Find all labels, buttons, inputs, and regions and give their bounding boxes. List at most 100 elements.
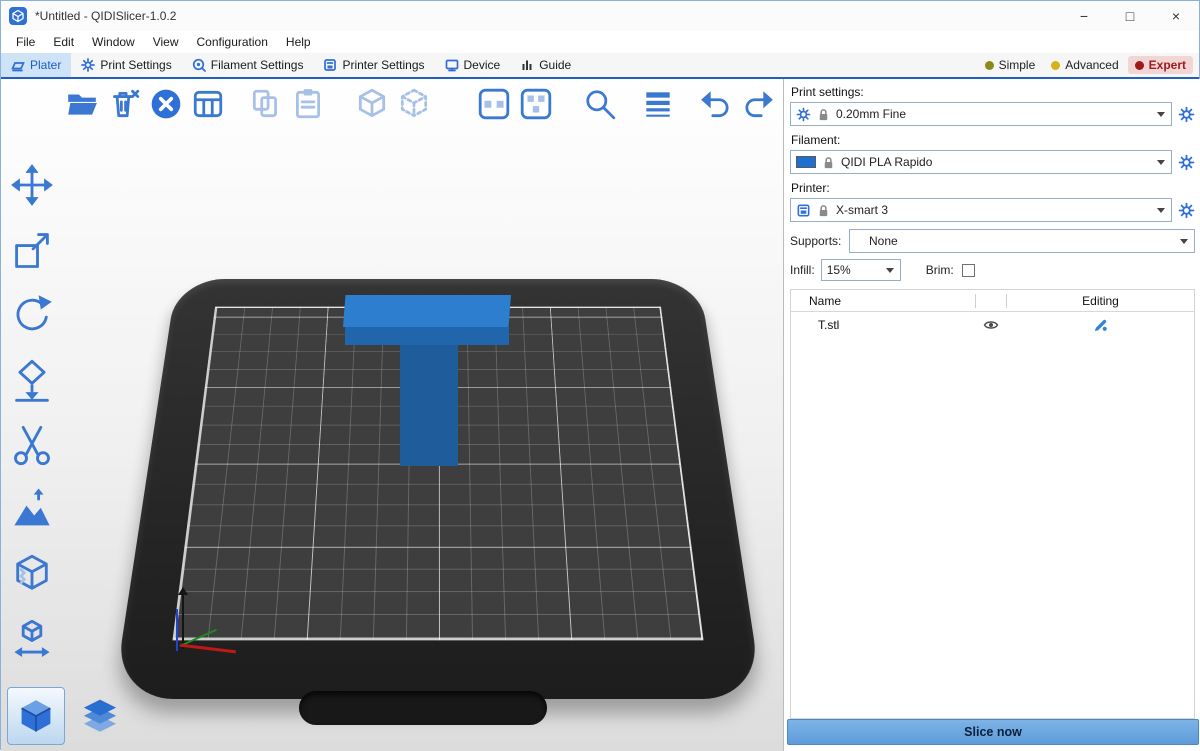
rotate-button[interactable]: [5, 291, 59, 339]
brim-label: Brim:: [926, 263, 954, 277]
tab-plater[interactable]: Plater: [1, 53, 71, 77]
redo-button[interactable]: [739, 84, 777, 124]
undo-icon: [699, 87, 733, 121]
mode-simple[interactable]: Simple: [978, 56, 1043, 74]
filament-combo[interactable]: QIDI PLA Rapido: [790, 150, 1172, 174]
tab-filament-settings-label: Filament Settings: [211, 58, 304, 72]
open-icon: [65, 87, 99, 121]
tab-print-settings-label: Print Settings: [100, 58, 171, 72]
filament-gear-button[interactable]: [1177, 153, 1195, 171]
support-paint-icon: [10, 488, 54, 532]
model-t-front-face[interactable]: [345, 327, 509, 345]
menu-edit[interactable]: Edit: [44, 31, 83, 53]
advanced-mode-dot-icon: [1051, 61, 1060, 70]
object-list-header: Name Editing: [791, 290, 1194, 312]
menu-view[interactable]: View: [144, 31, 188, 53]
paste-icon: [291, 87, 325, 121]
place-on-face-button[interactable]: [5, 356, 59, 404]
delete-button[interactable]: [105, 84, 143, 124]
printer-gear-button[interactable]: [1177, 201, 1195, 219]
delete-icon: [107, 87, 141, 121]
scale-button[interactable]: [5, 226, 59, 274]
preview-view-icon: [77, 695, 123, 741]
plater-icon: [11, 58, 25, 72]
titlebar: *Untitled - QIDISlicer-1.0.2 − □ ×: [1, 1, 1199, 31]
mode-expert[interactable]: Expert: [1128, 56, 1193, 74]
add-instance-button[interactable]: [353, 84, 391, 124]
delete-all-button[interactable]: [147, 84, 185, 124]
slice-now-button[interactable]: Slice now: [787, 719, 1199, 745]
bed-handle: [299, 691, 547, 725]
tab-device[interactable]: Device: [435, 53, 511, 77]
menu-window[interactable]: Window: [83, 31, 144, 53]
model-t-top-face[interactable]: [343, 295, 511, 327]
menu-configuration[interactable]: Configuration: [188, 31, 277, 53]
tab-printer-settings[interactable]: Printer Settings: [313, 53, 434, 77]
supports-label: Supports:: [790, 234, 847, 248]
supports-combo[interactable]: None: [849, 229, 1195, 253]
arrange-button[interactable]: [189, 84, 227, 124]
tab-guide[interactable]: Guide: [510, 53, 581, 77]
chevron-down-icon: [1157, 208, 1165, 213]
fuzzy-skin-button[interactable]: [5, 551, 59, 599]
cut-button[interactable]: [5, 421, 59, 469]
undo-button[interactable]: [697, 84, 735, 124]
gear-icon: [1178, 106, 1195, 123]
mode-simple-label: Simple: [999, 58, 1036, 72]
top-toolbar: [63, 84, 781, 124]
mode-expert-label: Expert: [1149, 58, 1186, 72]
guide-icon: [520, 58, 534, 72]
filament-value: QIDI PLA Rapido: [841, 155, 932, 169]
mode-advanced[interactable]: Advanced: [1044, 56, 1125, 74]
tab-plater-label: Plater: [30, 58, 61, 72]
variable-layer-height-button[interactable]: [639, 84, 677, 124]
paste-button[interactable]: [289, 84, 327, 124]
place-on-face-icon: [10, 358, 54, 402]
close-button[interactable]: ×: [1153, 1, 1199, 31]
filament-color-swatch: [796, 156, 816, 168]
column-editing-header: Editing: [1007, 294, 1194, 308]
print-settings-gear-button[interactable]: [1177, 105, 1195, 123]
cut-icon: [10, 423, 54, 467]
gear-icon: [1178, 202, 1195, 219]
maximize-button[interactable]: □: [1107, 1, 1153, 31]
minimize-button[interactable]: −: [1061, 1, 1107, 31]
edit-object-button[interactable]: [1006, 318, 1194, 333]
left-toolbar: [5, 161, 59, 664]
arrange-icon: [191, 87, 225, 121]
support-paint-button[interactable]: [5, 486, 59, 534]
chevron-down-icon: [886, 268, 894, 273]
window-title: *Untitled - QIDISlicer-1.0.2: [35, 9, 176, 23]
remove-instance-button[interactable]: [395, 84, 433, 124]
tab-filament-settings[interactable]: Filament Settings: [182, 53, 314, 77]
search-button[interactable]: [581, 84, 619, 124]
brim-checkbox[interactable]: [962, 264, 975, 277]
menu-file[interactable]: File: [7, 31, 44, 53]
print-settings-combo[interactable]: 0.20mm Fine: [790, 102, 1172, 126]
split-parts-button[interactable]: [517, 84, 555, 124]
3d-viewport[interactable]: [1, 79, 783, 751]
copy-icon: [249, 87, 283, 121]
tab-print-settings[interactable]: Print Settings: [71, 53, 181, 77]
window-controls: − □ ×: [1061, 1, 1199, 31]
split-objects-button[interactable]: [475, 84, 513, 124]
object-row-tstl[interactable]: T.stl: [791, 312, 1194, 338]
app-icon: [9, 7, 27, 25]
chevron-down-icon: [1180, 239, 1188, 244]
editor-view-button[interactable]: [7, 687, 65, 745]
infill-combo[interactable]: 15%: [821, 259, 901, 281]
preview-view-button[interactable]: [73, 691, 127, 745]
chevron-down-icon: [1157, 160, 1165, 165]
editor-view-icon: [19, 698, 53, 734]
menu-help[interactable]: Help: [277, 31, 320, 53]
visibility-toggle[interactable]: [976, 317, 1006, 333]
open-button[interactable]: [63, 84, 101, 124]
measure-button[interactable]: [5, 616, 59, 664]
printer-combo[interactable]: X-smart 3: [790, 198, 1172, 222]
filament-settings-icon: [192, 58, 206, 72]
move-button[interactable]: [5, 161, 59, 209]
copy-button[interactable]: [247, 84, 285, 124]
search-icon: [583, 87, 617, 121]
sidebar: Print settings: 0.20mm Fine: [783, 79, 1200, 751]
model-t-stem[interactable]: [400, 345, 458, 466]
